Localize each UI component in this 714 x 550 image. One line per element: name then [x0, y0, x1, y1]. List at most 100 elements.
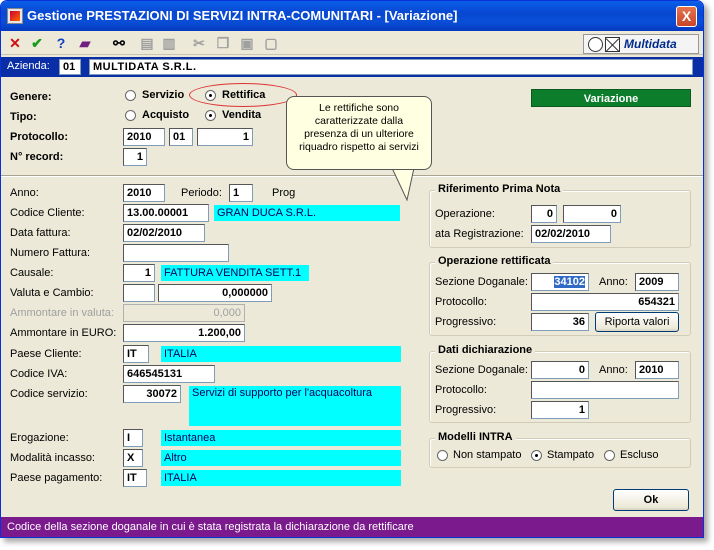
rettificata-protocollo-label: Protocollo:	[435, 296, 487, 308]
rettificata-anno-field[interactable]: 2009	[635, 273, 679, 291]
rettificata-title: Operazione rettificata	[435, 255, 554, 267]
book-icon[interactable]: ▰	[77, 35, 93, 51]
prima-nota-operazione-1-field[interactable]: 0	[531, 205, 557, 223]
azienda-code-field[interactable]: 01	[59, 59, 81, 75]
dichiarazione-progressivo-field[interactable]: 1	[531, 401, 589, 419]
tipo-acquisto-radio[interactable]	[125, 110, 136, 121]
app-icon	[7, 8, 23, 24]
rettificata-sezione-label: Sezione Doganale:	[435, 276, 528, 288]
copy-icon: ❐	[216, 35, 230, 51]
erogazione-code-field[interactable]: I	[123, 429, 143, 447]
title-bar: Gestione PRESTAZIONI DI SERVIZI INTRA-CO…	[1, 1, 703, 31]
dichiarazione-sezione-field[interactable]: 0	[531, 361, 589, 379]
protocollo-year-field[interactable]: 2010	[123, 128, 165, 146]
ammontare-valuta-field: 0,000	[123, 304, 245, 322]
prima-nota-data-field[interactable]: 02/02/2010	[531, 225, 611, 243]
valuta-code-field[interactable]	[123, 284, 155, 302]
logo-circle-icon	[588, 37, 603, 52]
protocollo-sezione-field[interactable]: 01	[169, 128, 193, 146]
modalita-incasso-desc-field: Altro	[161, 450, 401, 466]
protocollo-number-field[interactable]: 1	[197, 128, 253, 146]
cambio-field[interactable]: 0,000000	[158, 284, 272, 302]
azienda-name-field: MULTIDATA S.R.L.	[89, 59, 693, 75]
codice-iva-field[interactable]: 646545131	[123, 365, 215, 383]
paese-pagamento-code-field[interactable]: IT	[123, 469, 147, 487]
binoculars-icon[interactable]: ⚯	[111, 35, 127, 51]
genere-servizio-label[interactable]: Servizio	[142, 89, 184, 101]
window-title: Gestione PRESTAZIONI DI SERVIZI INTRA-CO…	[27, 8, 458, 23]
confirm-check-icon[interactable]: ✔	[29, 35, 45, 51]
mode-badge: Variazione	[531, 89, 691, 107]
codice-cliente-label: Codice Cliente:	[10, 207, 85, 219]
paese-pagamento-label: Paese pagamento:	[10, 472, 103, 484]
codice-servizio-desc-field: Servizi di supporto per l'acquacoltura	[189, 386, 401, 426]
rettificata-progressivo-field[interactable]: 36	[531, 313, 589, 331]
paste-icon: ▣	[240, 35, 254, 51]
paese-cliente-name-field: ITALIA	[161, 346, 401, 362]
numero-fattura-field[interactable]	[123, 244, 229, 262]
ammontare-euro-label: Ammontare in EURO:	[10, 327, 117, 339]
riporta-valori-button[interactable]: Riporta valori	[595, 312, 679, 332]
ammontare-euro-field[interactable]: 1.200,00	[123, 324, 245, 342]
ok-button[interactable]: Ok	[613, 489, 689, 511]
dichiarazione-protocollo-field[interactable]	[531, 381, 679, 399]
dichiarazione-protocollo-label: Protocollo:	[435, 384, 487, 396]
paese-pagamento-name-field: ITALIA	[161, 470, 401, 486]
toolbar: ✕ ✔ ? ▰ ⚯ ▤ ▥ ✂ ❐ ▣ ▢ Multidata	[1, 31, 703, 55]
azienda-bar: Azienda: 01 MULTIDATA S.R.L.	[1, 57, 703, 77]
tipo-vendita-label[interactable]: Vendita	[222, 109, 261, 121]
modelli-escluso-radio[interactable]	[604, 450, 615, 461]
rettificata-sezione-value: 34102	[554, 276, 585, 288]
azienda-label: Azienda:	[7, 60, 50, 72]
logo-text: Multidata	[624, 37, 677, 51]
modelli-escluso-label[interactable]: Escluso	[620, 449, 659, 461]
main-window: Gestione PRESTAZIONI DI SERVIZI INTRA-CO…	[0, 0, 704, 538]
modelli-non-stampato-label[interactable]: Non stampato	[453, 449, 521, 461]
rettificata-protocollo-field[interactable]: 654321	[531, 293, 679, 311]
tipo-acquisto-label[interactable]: Acquisto	[142, 109, 189, 121]
codice-servizio-label: Codice servizio:	[10, 388, 88, 400]
codice-servizio-field[interactable]: 30072	[123, 385, 181, 403]
anno-label: Anno:	[10, 187, 39, 199]
tipo-vendita-radio[interactable]	[205, 110, 216, 121]
status-bar: Codice della sezione doganale in cui è s…	[1, 517, 703, 537]
modelli-title: Modelli INTRA	[435, 431, 516, 443]
data-fattura-field[interactable]: 02/02/2010	[123, 224, 205, 242]
modelli-stampato-radio[interactable]	[531, 450, 542, 461]
dichiarazione-anno-field[interactable]: 2010	[635, 361, 679, 379]
section-separator	[1, 175, 703, 177]
causale-code-field[interactable]: 1	[123, 264, 155, 282]
multidata-logo: Multidata	[583, 34, 699, 54]
codice-iva-label: Codice IVA:	[10, 368, 68, 380]
erogazione-desc-field: Istantanea	[161, 430, 401, 446]
window-close-button[interactable]: X	[676, 6, 697, 27]
modelli-stampato-label[interactable]: Stampato	[547, 449, 594, 461]
periodo-field[interactable]: 1	[229, 184, 253, 202]
numero-fattura-label: Numero Fattura:	[10, 247, 91, 259]
ammontare-valuta-label: Ammontare in valuta:	[10, 307, 114, 319]
dichiarazione-progressivo-label: Progressivo:	[435, 404, 497, 416]
codice-cliente-field[interactable]: 13.00.00001	[123, 204, 209, 222]
help-icon[interactable]: ?	[53, 35, 69, 51]
print-preview-icon: ▥	[162, 35, 176, 51]
causale-desc-field: FATTURA VENDITA SETT.1	[161, 265, 309, 281]
dichiarazione-title: Dati dichiarazione	[435, 344, 536, 356]
record-field[interactable]: 1	[123, 148, 147, 166]
modelli-non-stampato-radio[interactable]	[437, 450, 448, 461]
modalita-incasso-label: Modalità incasso:	[10, 452, 95, 464]
print-icon: ▤	[140, 35, 154, 51]
tipo-label: Tipo:	[10, 111, 37, 123]
dichiarazione-anno-label: Anno:	[599, 364, 628, 376]
cliente-name-field: GRAN DUCA S.R.L.	[214, 205, 400, 221]
prima-nota-operazione-2-field[interactable]: 0	[563, 205, 621, 223]
close-icon[interactable]: ✕	[7, 35, 23, 51]
anno-field[interactable]: 2010	[123, 184, 165, 202]
rettificata-anno-label: Anno:	[599, 276, 628, 288]
tooltip-callout: Le rettifiche sono caratterizzate dalla …	[286, 96, 432, 170]
rettificata-sezione-field[interactable]: 34102	[531, 273, 589, 291]
prima-nota-data-label: ata Registrazione:	[435, 228, 524, 240]
modalita-incasso-code-field[interactable]: X	[123, 449, 143, 467]
highlight-ellipse	[189, 83, 297, 107]
genere-servizio-radio[interactable]	[125, 90, 136, 101]
paese-cliente-code-field[interactable]: IT	[123, 345, 149, 363]
